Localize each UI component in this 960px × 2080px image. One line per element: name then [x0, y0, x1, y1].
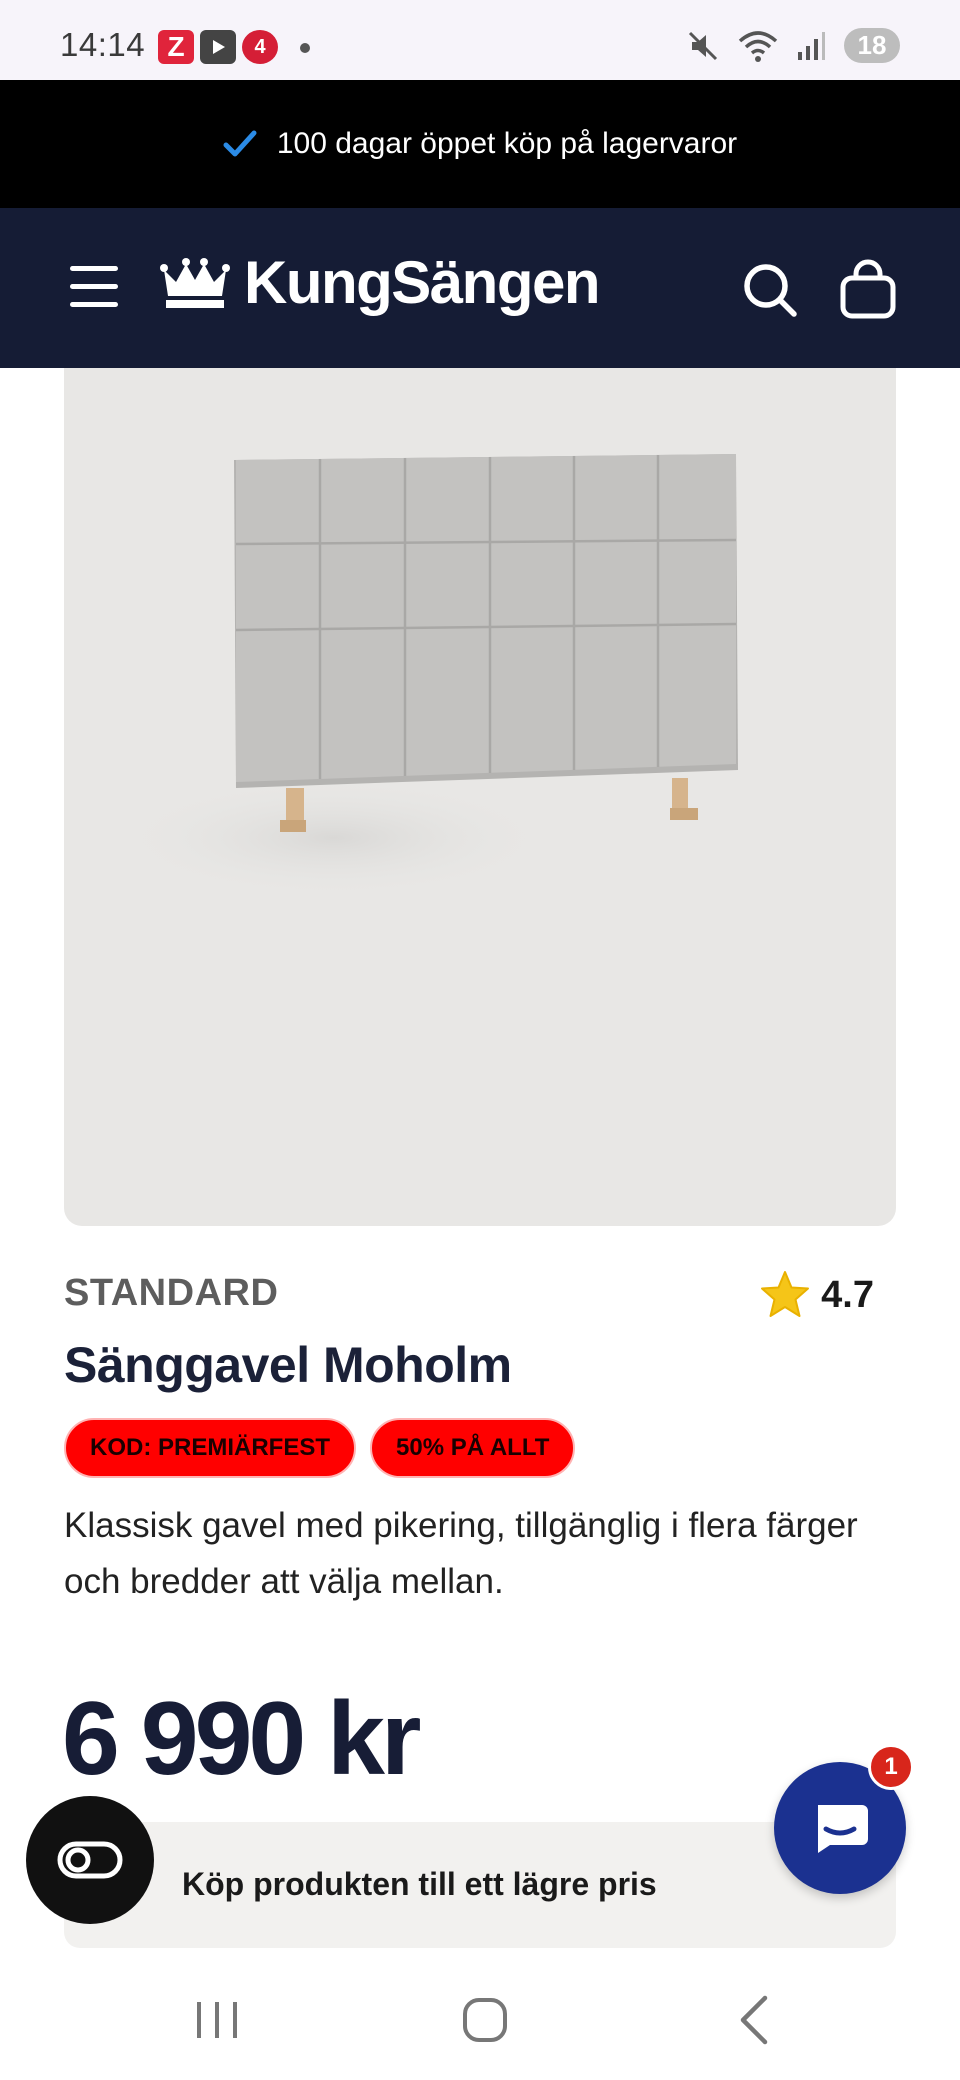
- recent-apps-icon[interactable]: [177, 1990, 257, 2050]
- checkmark-icon: [223, 130, 257, 157]
- status-time: 14:14: [60, 26, 146, 63]
- z-app-icon: Z: [158, 30, 194, 64]
- lower-price-link[interactable]: Köp produkten till ett lägre pris: [64, 1822, 896, 1948]
- product-description: Klassisk gavel med pikering, tillgänglig…: [64, 1506, 858, 1601]
- product-image[interactable]: [64, 368, 896, 1226]
- status-right: 18: [686, 28, 900, 63]
- home-icon[interactable]: [445, 1990, 525, 2050]
- chat-unread-badge: 1: [868, 1744, 914, 1790]
- battery-indicator: 18: [844, 28, 900, 63]
- star-icon: [761, 1271, 810, 1317]
- accessibility-toggle-button[interactable]: [26, 1796, 154, 1924]
- badge-discount: 50% PÅ ALLT: [370, 1418, 576, 1478]
- product-price: 6 990 kr: [62, 1681, 421, 1797]
- headboard-illustration: [114, 454, 738, 898]
- shopping-bag-icon[interactable]: [838, 258, 898, 320]
- hamburger-menu-icon[interactable]: [70, 266, 118, 310]
- lower-price-label: Köp produkten till ett lägre pris: [182, 1866, 657, 1902]
- more-notifications-dot: [300, 43, 310, 53]
- logo-text: KungSängen: [244, 249, 601, 316]
- signal-icon: [798, 31, 825, 60]
- toggle-icon: [57, 1841, 123, 1879]
- chat-icon: [818, 1805, 868, 1853]
- crown-icon: [160, 257, 230, 308]
- promo-text: 100 dagar öppet köp på lagervaror: [276, 127, 738, 160]
- product-title: Sänggavel Moholm: [64, 1337, 512, 1393]
- site-header: KungSängen: [0, 208, 960, 368]
- system-nav-bar: [0, 1960, 960, 2080]
- product-brand: STANDARD: [64, 1272, 279, 1314]
- channel4-icon: 4: [242, 30, 278, 64]
- logo[interactable]: KungSängen: [160, 248, 601, 317]
- search-icon[interactable]: [742, 262, 798, 318]
- status-bar: 14:14 Z 4 18: [0, 0, 960, 80]
- promo-bar: 100 dagar öppet köp på lagervaror: [0, 80, 960, 208]
- mute-icon: [688, 31, 718, 60]
- youtube-icon: [200, 30, 236, 64]
- back-icon[interactable]: [715, 1990, 795, 2050]
- wifi-icon: [738, 30, 778, 62]
- promo-badges: KOD: PREMIÄRFEST 50% PÅ ALLT: [64, 1418, 576, 1478]
- rating-value: 4.7: [821, 1273, 874, 1316]
- product-rating[interactable]: 4.7: [759, 1270, 874, 1320]
- badge-code: KOD: PREMIÄRFEST: [64, 1418, 356, 1478]
